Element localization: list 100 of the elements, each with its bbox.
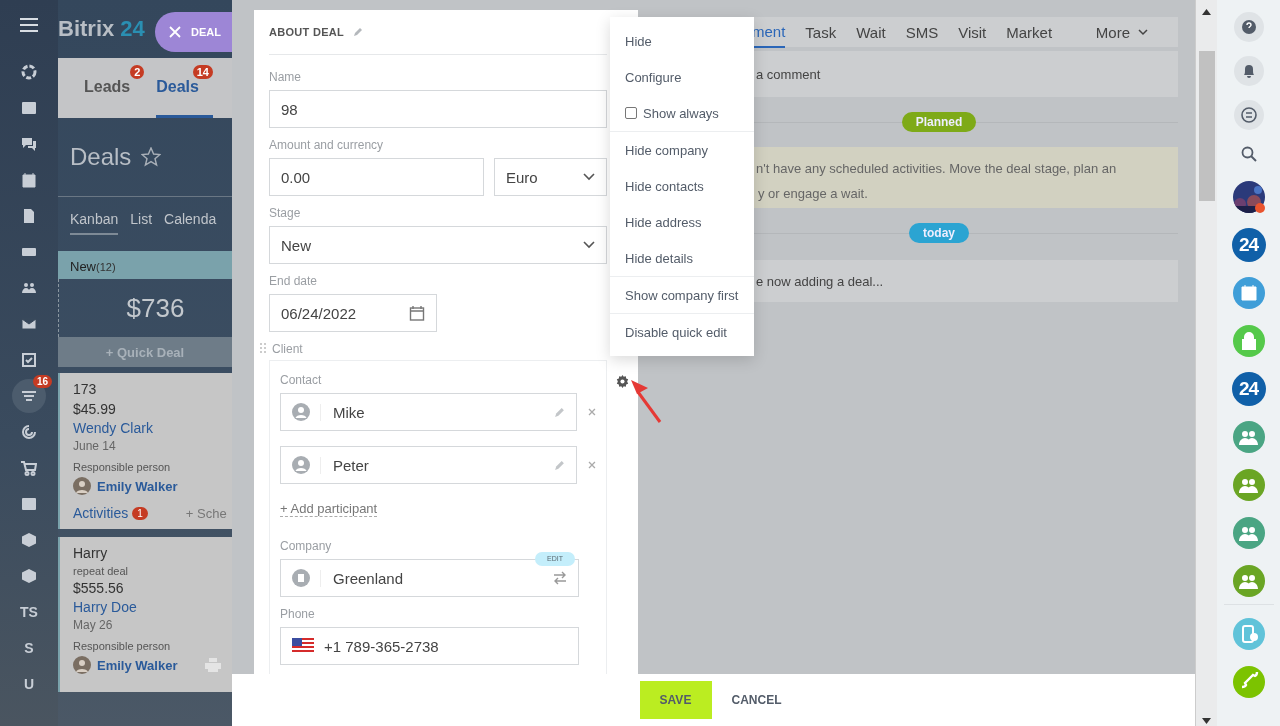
group-app-icon[interactable] (1231, 420, 1266, 454)
search-icon[interactable] (1240, 146, 1257, 162)
view-tab[interactable]: List (130, 211, 153, 233)
view-tab[interactable]: Calenda (164, 211, 217, 233)
checkbox-icon[interactable] (21, 352, 37, 368)
scroll-down-icon[interactable] (1202, 718, 1211, 724)
document-icon[interactable] (21, 208, 37, 224)
menu-checkbox[interactable]: Show always (610, 95, 754, 131)
person-icon (292, 403, 310, 421)
building-icon (292, 569, 310, 587)
chevron-down-icon (583, 241, 595, 249)
chevron-down-icon (583, 173, 595, 181)
timeline-tab[interactable]: Wait (856, 17, 886, 47)
chat-icon[interactable] (1233, 100, 1264, 130)
logo[interactable]: Bitrix 24 (58, 16, 145, 42)
date-field[interactable]: 06/24/2022 (269, 294, 437, 332)
target-icon[interactable] (21, 424, 37, 440)
add-participant-link[interactable]: + Add participant (280, 501, 378, 517)
contact-link[interactable]: Harry Doe (73, 599, 232, 615)
flag-icon[interactable] (292, 638, 314, 654)
activities-count: 1 (132, 506, 148, 520)
workspace-item[interactable]: U (23, 666, 35, 702)
save-button[interactable]: SAVE (639, 681, 712, 719)
arrow-icon (630, 378, 664, 424)
group-app-icon[interactable] (1231, 516, 1266, 550)
deal-subtitle: repeat deal (73, 565, 130, 577)
planned-label: Planned (901, 112, 977, 132)
deal-amount: $555.56 (73, 580, 125, 596)
cart-icon[interactable] (21, 460, 37, 476)
section-title: ABOUT DEAL (269, 26, 345, 38)
calendar-icon[interactable] (21, 172, 37, 188)
avatar-icon (73, 477, 91, 495)
field-label: Stage (269, 206, 302, 220)
scroll-up-icon[interactable] (1202, 9, 1211, 15)
swap-icon[interactable] (553, 571, 567, 585)
field-label: End date (269, 274, 319, 288)
notification-badge: 16 (32, 375, 52, 388)
menu-item[interactable]: Hide details (610, 240, 754, 276)
menu-item[interactable]: Show company first (610, 277, 754, 313)
timeline-tab[interactable]: Task (805, 17, 837, 47)
deal-card[interactable]: 173 $45.99 Wendy Clark June 14 Responsible person Emily Walker Activities 1 + Sche (58, 373, 232, 529)
timeline-tab[interactable]: Market (1006, 17, 1053, 47)
phone-field[interactable]: +1 789-365-2738 (280, 627, 579, 665)
scrollbar-thumb[interactable] (1198, 51, 1215, 201)
app-logo[interactable]: 24 (1231, 372, 1266, 406)
cube-icon[interactable] (21, 568, 37, 584)
close-icon (169, 26, 181, 38)
crm-tab[interactable]: Leads 2 (84, 58, 145, 118)
stage-select[interactable]: New (269, 226, 607, 264)
deal-date: May 26 (73, 618, 114, 632)
column-header: New(12) (58, 251, 232, 279)
app-logo[interactable]: 24 (1231, 228, 1266, 262)
more-tab[interactable]: More (1095, 23, 1148, 41)
view-tab[interactable]: Kanban (70, 211, 119, 235)
workspace-item[interactable]: S (24, 630, 34, 666)
deal-amount: $45.99 (73, 401, 117, 417)
funnel-icon[interactable] (21, 388, 37, 404)
menu-item[interactable]: Disable quick edit (610, 314, 754, 350)
drag-handle-icon[interactable] (260, 343, 266, 355)
timeline-tab[interactable]: SMS (905, 17, 939, 47)
amount-field[interactable]: 0.00 (269, 158, 484, 196)
calendar-app-icon[interactable] (1231, 276, 1266, 310)
column-total: $736 (126, 292, 185, 324)
responsible-link[interactable]: Emily Walker (97, 478, 178, 494)
deal-title: 173 (73, 381, 98, 397)
responsible-label: Responsible person (73, 461, 172, 473)
responsible-label: Responsible person (73, 640, 172, 652)
field-label: Phone (280, 607, 316, 621)
star-icon[interactable] (141, 147, 162, 167)
today-label: today (909, 223, 969, 243)
chevron-down-icon (1138, 28, 1148, 36)
bell-icon[interactable] (1233, 56, 1264, 86)
group-icon[interactable] (21, 280, 37, 296)
pulse-icon[interactable] (21, 64, 37, 80)
cube-icon[interactable] (21, 532, 37, 548)
name-field[interactable]: 98 (269, 90, 607, 128)
activities-link[interactable]: Activities (73, 505, 129, 521)
help-icon[interactable] (1233, 12, 1264, 42)
contact-field[interactable]: Peter (280, 446, 578, 484)
timeline-tab[interactable]: Visit (958, 17, 987, 47)
deal-card[interactable]: Harry repeat deal $555.56 Harry Doe May 26 Responsible person Emily Walker (58, 537, 232, 692)
group-app-icon[interactable] (1231, 564, 1266, 598)
mail-icon[interactable] (21, 316, 37, 332)
workspace-item[interactable]: TS (20, 594, 38, 630)
crm-tab[interactable]: Deals 14 (156, 58, 213, 118)
field-label: Contact (280, 373, 323, 387)
page-title: Deals (70, 143, 132, 171)
contact-link[interactable]: Wendy Clark (73, 420, 232, 436)
responsible-link[interactable]: Emily Walker (97, 657, 178, 673)
currency-select[interactable]: Euro (494, 158, 607, 196)
deal-date: June 14 (73, 439, 117, 453)
menu-icon[interactable] (20, 18, 38, 32)
person-icon (292, 456, 310, 474)
contact-field[interactable]: Mike (280, 393, 578, 431)
deal-title: Harry (73, 545, 109, 561)
group-app-icon[interactable] (1231, 468, 1266, 502)
calendar-icon[interactable] (409, 305, 425, 321)
settings-icon[interactable] (616, 375, 629, 388)
chat-icon[interactable] (21, 136, 37, 152)
cancel-button[interactable]: CANCEL (725, 692, 788, 708)
